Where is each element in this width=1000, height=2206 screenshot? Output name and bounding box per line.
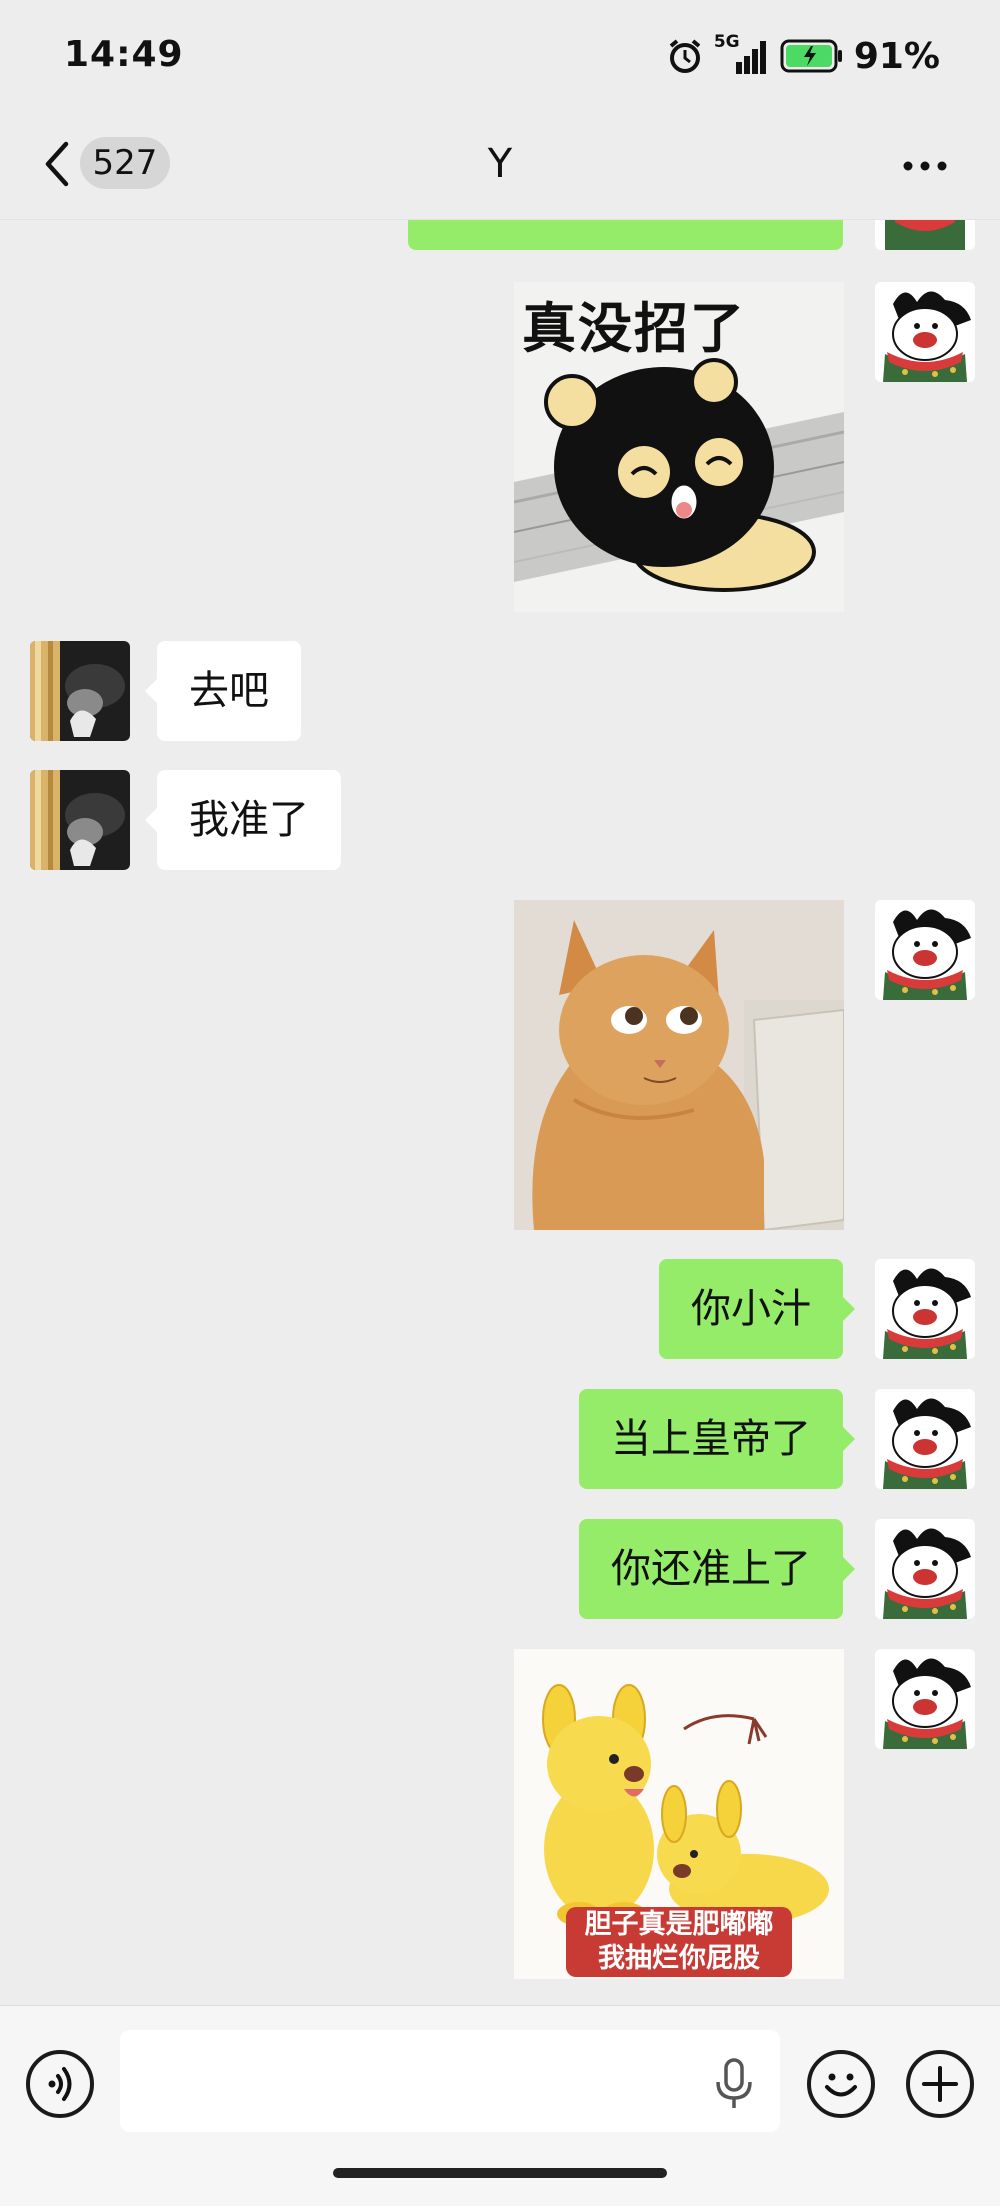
emoji-icon <box>825 2073 857 2097</box>
battery-percent: 91% <box>853 35 940 77</box>
sticker-caption-line-1: 胆子真是肥嘟嘟 <box>584 1909 774 1940</box>
emoji-button[interactable] <box>807 2050 875 2118</box>
signal-icon <box>735 41 766 74</box>
message-bubble-incoming[interactable]: 我准了 <box>145 770 341 870</box>
my-avatar[interactable] <box>875 1259 975 1359</box>
message-bubble-partial[interactable] <box>408 220 843 250</box>
message-bubble-outgoing[interactable]: 当上皇帝了 <box>579 1389 855 1489</box>
mic-icon[interactable] <box>712 2058 756 2110</box>
my-avatar[interactable] <box>875 1389 975 1489</box>
more-icon[interactable] <box>900 148 950 184</box>
status-icons: 5G 91% <box>666 32 940 78</box>
status-bar: 14:49 5G 91% <box>0 0 1000 112</box>
status-time: 14:49 <box>64 34 184 75</box>
voice-button[interactable] <box>26 2050 94 2118</box>
message-bubble-outgoing[interactable]: 你还准上了 <box>579 1519 855 1619</box>
message-bubble-outgoing[interactable]: 你小汁 <box>659 1259 855 1359</box>
message-list[interactable]: 真没招了 去吧 我准了 你小汁 当上皇帝了 你还准上了 胆子真是肥嘟嘟 我抽烂你… <box>0 220 1000 2005</box>
message-bubble-incoming[interactable]: 去吧 <box>145 641 301 741</box>
signal-indicator: 5G <box>714 32 770 76</box>
chat-title: Y <box>487 141 513 187</box>
battery-icon <box>780 39 842 73</box>
alarm-icon <box>669 39 701 73</box>
my-avatar[interactable] <box>875 900 975 1000</box>
my-avatar[interactable] <box>875 1649 975 1749</box>
contact-avatar[interactable] <box>30 641 130 741</box>
contact-avatar[interactable] <box>30 770 130 870</box>
sticker-black-creature[interactable]: 真没招了 <box>514 282 844 612</box>
my-avatar[interactable] <box>875 220 975 250</box>
chat-header: 527 Y <box>0 112 1000 220</box>
sticker-caption: 真没招了 <box>522 297 746 360</box>
plus-button[interactable] <box>906 2050 974 2118</box>
sticker-caption-line-2: 我抽烂你屁股 <box>598 1943 760 1974</box>
plus-icon <box>922 2066 958 2102</box>
my-avatar[interactable] <box>875 282 975 382</box>
my-avatar[interactable] <box>875 1519 975 1619</box>
home-indicator[interactable] <box>333 2168 667 2178</box>
sticker-orange-cat[interactable] <box>514 900 844 1230</box>
sticker-yellow-dogs[interactable]: 胆子真是肥嘟嘟 我抽烂你屁股 <box>514 1649 844 1979</box>
voice-icon <box>48 2067 72 2101</box>
message-input[interactable] <box>120 2030 780 2132</box>
